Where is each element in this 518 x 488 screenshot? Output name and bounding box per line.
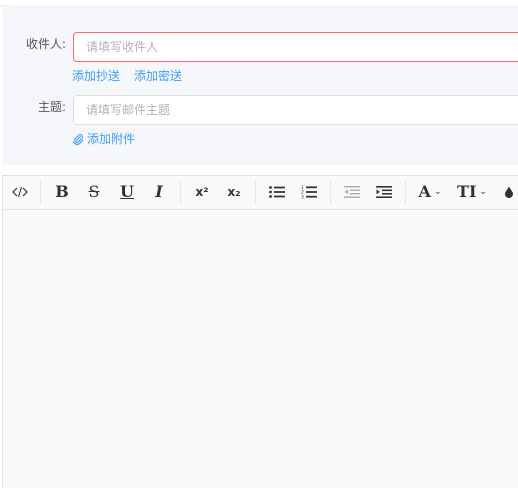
mail-compose-page: 收件人: 添加抄送 添加密送 主题: 添加附件 B	[0, 0, 518, 488]
toolbar-divider	[405, 180, 406, 205]
toolbar-divider	[180, 180, 181, 205]
strikethrough-button[interactable]: S	[81, 181, 107, 203]
editor-content-area[interactable]	[3, 210, 518, 488]
code-view-button[interactable]	[7, 181, 33, 203]
svg-text:3: 3	[301, 194, 304, 199]
underline-label: U	[120, 182, 134, 201]
font-size-dropdown[interactable]: TI ⌄	[454, 181, 490, 203]
italic-button[interactable]: I	[146, 181, 172, 203]
font-family-dropdown[interactable]: A ⌄	[414, 181, 446, 203]
text-color-button[interactable]	[499, 181, 518, 203]
bullet-list-icon	[269, 186, 285, 198]
indent-icon	[376, 186, 392, 198]
recipient-input[interactable]	[73, 32, 518, 62]
subscript-button[interactable]: x₂	[221, 181, 247, 203]
add-cc-link[interactable]: 添加抄送	[72, 67, 120, 84]
color-drop-icon	[505, 186, 513, 198]
paperclip-icon	[73, 134, 84, 145]
italic-label: I	[155, 182, 163, 201]
add-bcc-link[interactable]: 添加密送	[134, 67, 182, 84]
numbered-list-icon: 1 2 3	[301, 185, 317, 199]
font-size-label: TI	[457, 182, 477, 201]
toolbar-divider	[330, 180, 331, 205]
font-label: A	[418, 182, 431, 201]
outdent-button[interactable]	[339, 181, 365, 203]
outdent-icon	[344, 186, 360, 198]
add-attachment-label: 添加附件	[87, 132, 136, 146]
underline-button[interactable]: U	[114, 181, 140, 203]
bullet-list-button[interactable]	[264, 181, 290, 203]
bold-button[interactable]: B	[49, 181, 75, 203]
superscript-button[interactable]: x²	[189, 181, 215, 203]
toolbar-divider	[255, 180, 256, 205]
superscript-label: x²	[195, 185, 209, 199]
chevron-down-icon: ⌄	[433, 187, 442, 197]
toolbar-divider	[40, 180, 41, 205]
subject-input[interactable]	[73, 95, 518, 125]
subject-label: 主题:	[37, 100, 66, 114]
numbered-list-button[interactable]: 1 2 3	[296, 181, 322, 203]
rich-text-editor: B S U I x² x₂ 1 2 3 A ⌄ TI ⌄	[2, 175, 518, 488]
recipient-label: 收件人:	[25, 37, 66, 51]
subscript-label: x₂	[227, 185, 241, 199]
mail-header-form: 收件人: 添加抄送 添加密送 主题: 添加附件	[2, 5, 518, 165]
bold-label: B	[55, 182, 69, 201]
code-icon	[12, 186, 28, 198]
indent-button[interactable]	[371, 181, 397, 203]
add-attachment-link[interactable]: 添加附件	[72, 130, 135, 147]
strikethrough-label: S	[88, 182, 100, 201]
editor-toolbar: B S U I x² x₂ 1 2 3 A ⌄ TI ⌄	[3, 176, 518, 210]
chevron-down-icon: ⌄	[479, 187, 487, 197]
